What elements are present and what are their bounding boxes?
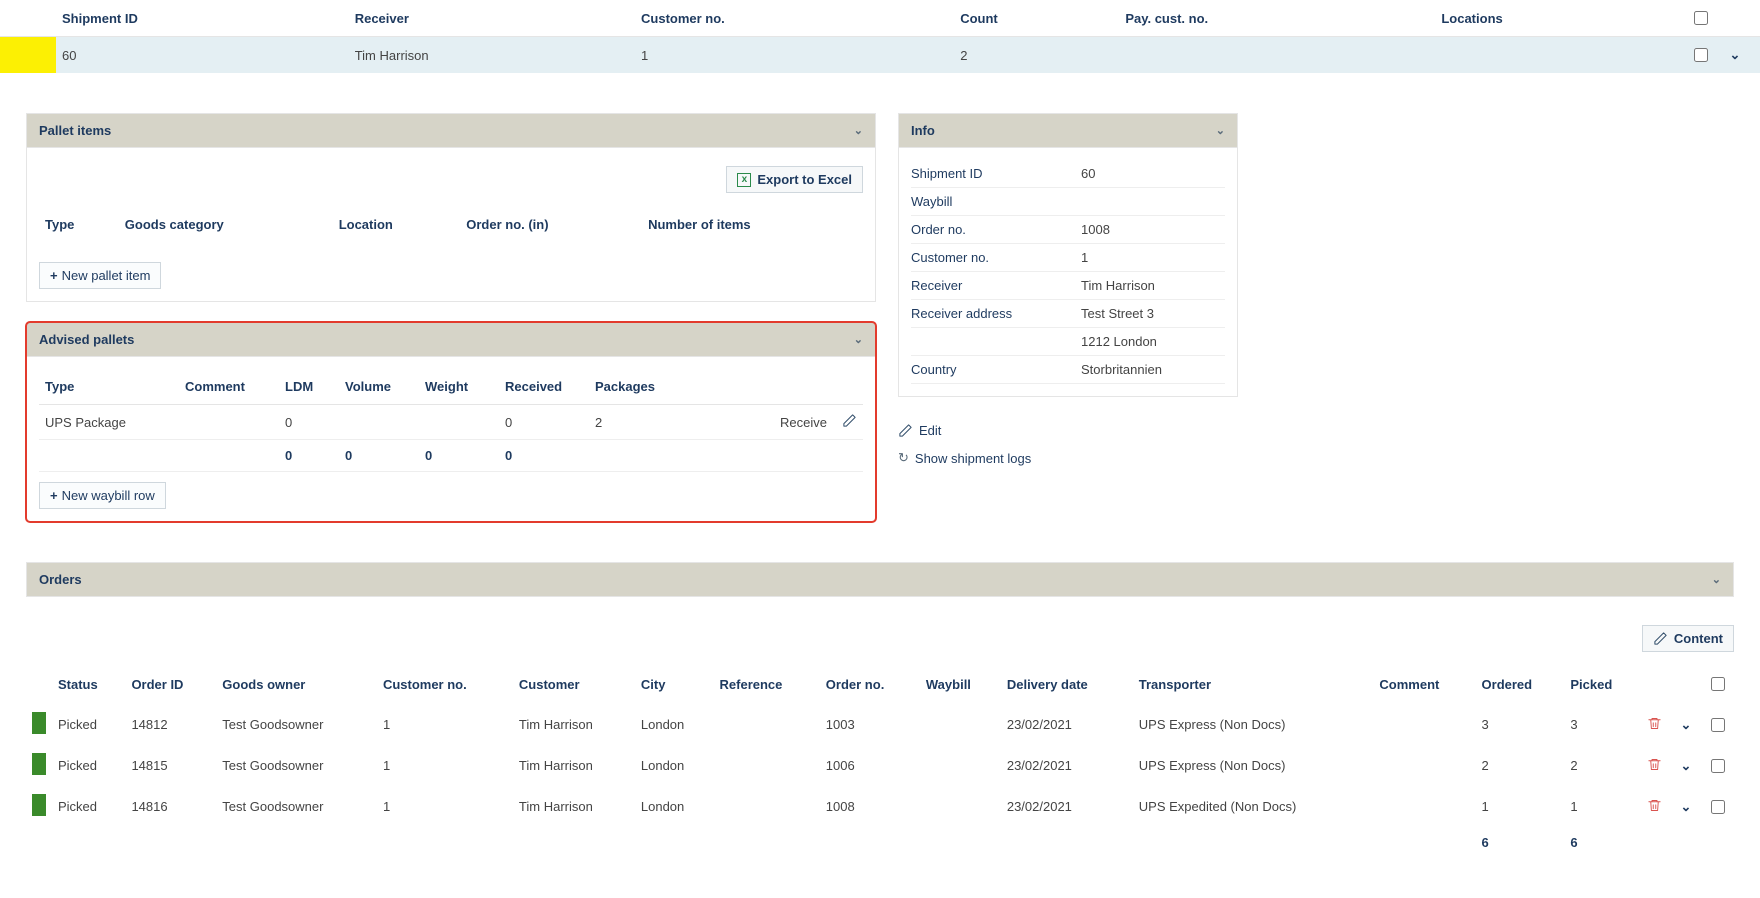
info-row: Customer no.1 bbox=[911, 244, 1225, 272]
info-row: Shipment ID60 bbox=[911, 160, 1225, 188]
delete-icon[interactable] bbox=[1647, 719, 1662, 734]
info-row: Order no.1008 bbox=[911, 216, 1225, 244]
order-row-checkbox[interactable] bbox=[1711, 718, 1725, 732]
info-row: Receiver addressTest Street 3 bbox=[911, 300, 1225, 328]
orders-table: Status Order ID Goods owner Customer no.… bbox=[26, 664, 1734, 858]
row-highlight-marker bbox=[0, 37, 56, 74]
new-pallet-item-button[interactable]: + New pallet item bbox=[39, 262, 161, 289]
edit-link[interactable]: Edit bbox=[898, 417, 1238, 444]
orders-select-all-checkbox[interactable] bbox=[1711, 677, 1725, 691]
info-row: ReceiverTim Harrison bbox=[911, 272, 1225, 300]
info-row: CountryStorbritannien bbox=[911, 356, 1225, 384]
cell-customer-no: 1 bbox=[635, 37, 954, 74]
info-list: Shipment ID60WaybillOrder no.1008Custome… bbox=[911, 160, 1225, 384]
info-panel: Info ⌄ Shipment ID60WaybillOrder no.1008… bbox=[898, 113, 1238, 397]
shipment-row[interactable]: 60 Tim Harrison 1 2 ⌄ bbox=[0, 37, 1760, 74]
export-to-excel-button[interactable]: x Export to Excel bbox=[726, 166, 863, 193]
order-row-checkbox[interactable] bbox=[1711, 800, 1725, 814]
excel-icon: x bbox=[737, 173, 751, 187]
order-row: Picked14815Test Goodsowner1Tim HarrisonL… bbox=[26, 745, 1734, 786]
cell-locations bbox=[1435, 37, 1680, 74]
advised-pallets-title: Advised pallets bbox=[39, 332, 134, 347]
th-shipment-id: Shipment ID bbox=[56, 0, 349, 37]
plus-icon: + bbox=[50, 488, 58, 503]
chevron-down-icon[interactable]: ⌄ bbox=[1677, 717, 1695, 733]
pencil-icon bbox=[1653, 631, 1668, 646]
advised-pallets-table: Type Comment LDM Volume Weight Received … bbox=[39, 369, 863, 472]
status-indicator bbox=[32, 794, 46, 816]
delete-icon[interactable] bbox=[1647, 760, 1662, 775]
advised-pallets-totals: 0 0 0 0 bbox=[39, 440, 863, 472]
info-title: Info bbox=[911, 123, 935, 138]
collapse-icon[interactable]: ⌄ bbox=[1216, 124, 1225, 137]
order-row: Picked14812Test Goodsowner1Tim HarrisonL… bbox=[26, 704, 1734, 745]
pencil-icon bbox=[898, 423, 913, 438]
delete-icon[interactable] bbox=[1647, 801, 1662, 816]
chevron-down-icon[interactable]: ⌄ bbox=[1726, 47, 1744, 63]
cell-receiver: Tim Harrison bbox=[349, 37, 635, 74]
select-all-checkbox[interactable] bbox=[1694, 11, 1708, 25]
receive-link[interactable]: Receive bbox=[689, 405, 833, 440]
cell-shipment-id: 60 bbox=[56, 37, 349, 74]
advised-pallet-row: UPS Package 0 0 2 Receive bbox=[39, 405, 863, 440]
new-waybill-row-button[interactable]: + New waybill row bbox=[39, 482, 166, 509]
cell-count: 2 bbox=[954, 37, 1119, 74]
pallet-items-panel: Pallet items ⌄ x Export to Excel Type Go… bbox=[26, 113, 876, 302]
status-indicator bbox=[32, 753, 46, 775]
collapse-icon[interactable]: ⌄ bbox=[1712, 573, 1721, 586]
collapse-icon[interactable]: ⌄ bbox=[854, 333, 863, 346]
orders-title: Orders bbox=[39, 572, 82, 587]
advised-pallets-panel: Advised pallets ⌄ Type Comment LDM Volum… bbox=[26, 322, 876, 522]
orders-panel: Orders ⌄ bbox=[26, 562, 1734, 597]
row-checkbox[interactable] bbox=[1694, 48, 1708, 62]
pallet-items-table: Type Goods category Location Order no. (… bbox=[39, 207, 863, 252]
order-row-checkbox[interactable] bbox=[1711, 759, 1725, 773]
info-row: Waybill bbox=[911, 188, 1225, 216]
th-count: Count bbox=[954, 0, 1119, 37]
info-row: 1212 London bbox=[911, 328, 1225, 356]
edit-icon[interactable] bbox=[842, 413, 857, 428]
th-receiver: Receiver bbox=[349, 0, 635, 37]
plus-icon: + bbox=[50, 268, 58, 283]
cell-pay-cust bbox=[1119, 37, 1435, 74]
collapse-icon[interactable]: ⌄ bbox=[854, 124, 863, 137]
orders-totals-row: 66 bbox=[26, 827, 1734, 858]
th-customer-no: Customer no. bbox=[635, 0, 954, 37]
show-shipment-logs-link[interactable]: ↻ Show shipment logs bbox=[898, 444, 1238, 472]
pallet-items-title: Pallet items bbox=[39, 123, 111, 138]
history-icon: ↻ bbox=[898, 450, 909, 466]
chevron-down-icon[interactable]: ⌄ bbox=[1677, 799, 1695, 815]
shipment-list-table: Shipment ID Receiver Customer no. Count … bbox=[0, 0, 1760, 73]
th-locations: Locations bbox=[1435, 0, 1680, 37]
content-button[interactable]: Content bbox=[1642, 625, 1734, 652]
chevron-down-icon[interactable]: ⌄ bbox=[1677, 758, 1695, 774]
status-indicator bbox=[32, 712, 46, 734]
order-row: Picked14816Test Goodsowner1Tim HarrisonL… bbox=[26, 786, 1734, 827]
th-pay-cust: Pay. cust. no. bbox=[1119, 0, 1435, 37]
